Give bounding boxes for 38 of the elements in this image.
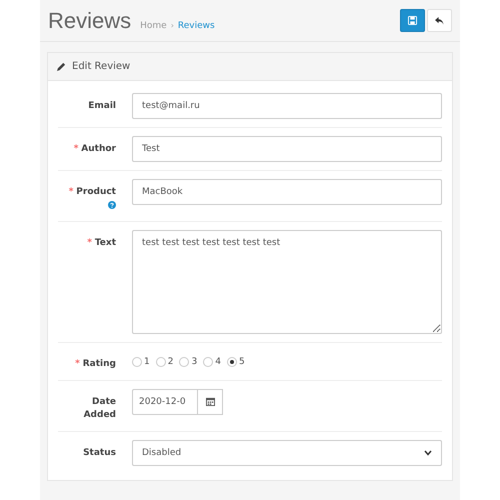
page-title: Reviews — [48, 8, 132, 34]
radio-label: 4 — [215, 357, 221, 367]
field-label: Text — [94, 238, 116, 248]
status-select[interactable]: Disabled — [132, 440, 442, 466]
radio-label: 3 — [191, 357, 198, 367]
input-field[interactable]: test@mail.ru — [132, 93, 442, 119]
chevron-down-icon — [424, 450, 432, 456]
radio-button[interactable] — [156, 357, 166, 367]
field-label: Email — [88, 101, 116, 111]
radio-button[interactable] — [226, 357, 237, 367]
date-field[interactable]: 2020-12-0 — [132, 388, 198, 414]
reply-arrow-icon — [435, 16, 444, 24]
panel-title: Edit Review — [72, 61, 130, 72]
required-mark: * — [75, 359, 80, 369]
save-button[interactable] — [400, 9, 425, 32]
required-mark: * — [87, 238, 92, 248]
field-label: Product — [76, 187, 116, 197]
help-icon[interactable] — [108, 201, 116, 210]
text-area[interactable]: test test test test test test test — [132, 230, 442, 334]
input-field[interactable]: MacBook — [132, 179, 442, 205]
radio-button[interactable] — [179, 357, 190, 367]
required-mark: * — [74, 144, 78, 154]
calendar-button[interactable] — [198, 388, 223, 414]
pencil-icon — [57, 62, 66, 71]
field-label: Status — [83, 448, 116, 458]
field-label: Author — [81, 144, 116, 154]
radio-label: 1 — [144, 357, 150, 367]
calendar-icon — [206, 397, 214, 406]
radio-button[interactable] — [203, 357, 214, 367]
back-button[interactable] — [427, 9, 452, 32]
radio-label: 2 — [168, 357, 174, 367]
breadcrumb-separator: › — [170, 20, 174, 30]
required-mark: * — [68, 187, 74, 197]
radio-label: 5 — [238, 357, 245, 367]
radio-button[interactable] — [132, 357, 142, 367]
field-label: Date Added — [84, 396, 116, 420]
input-field[interactable]: Test — [132, 136, 442, 162]
field-label: Rating — [82, 359, 116, 369]
